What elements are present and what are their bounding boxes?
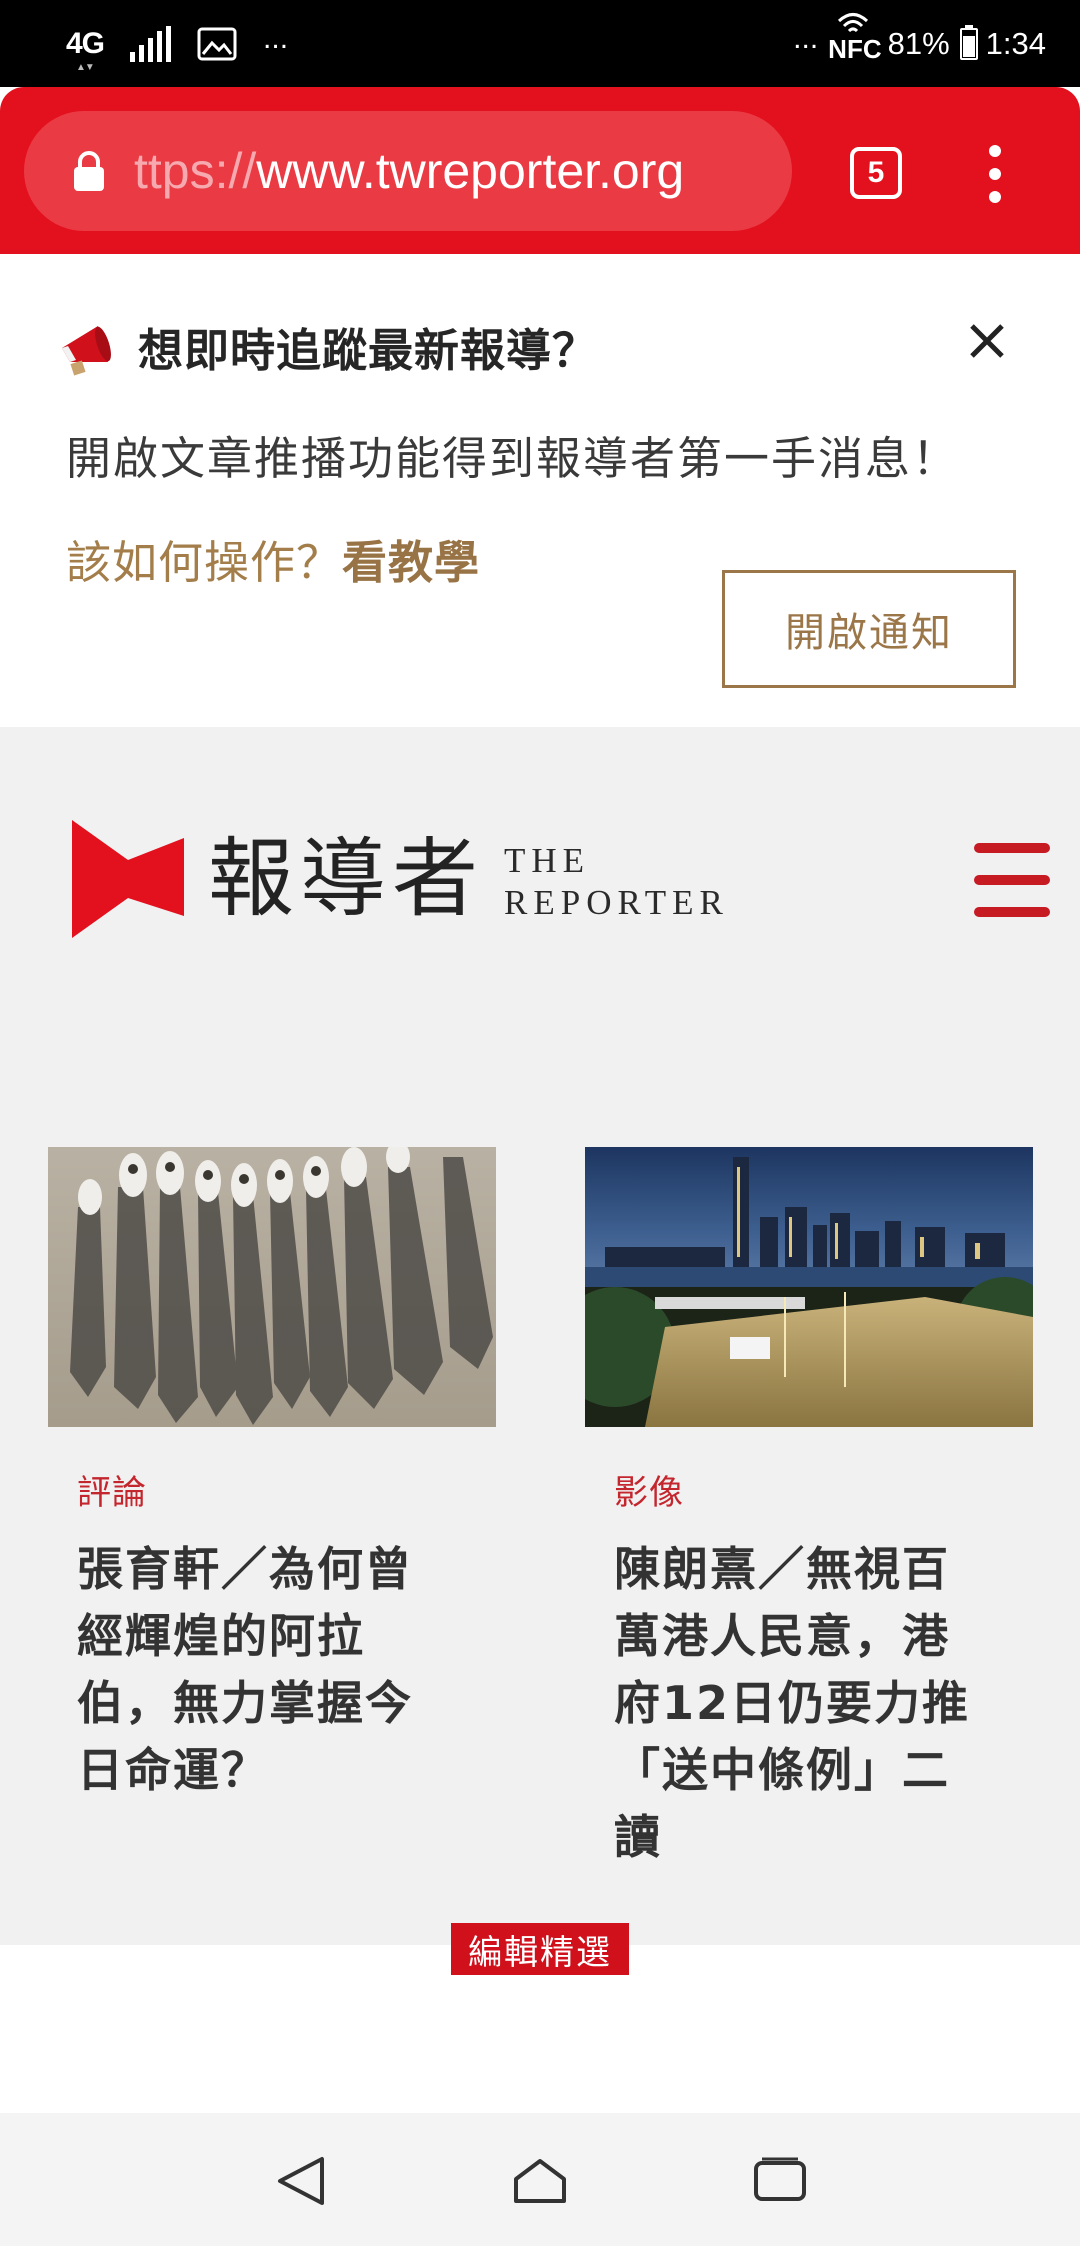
article-headline[interactable]: 陳朗熹／無視百萬港人民意，港府12日仍要力推「送中條例」二讀 (614, 1536, 994, 1871)
notification-overflow: ... (263, 22, 289, 55)
close-icon[interactable] (966, 320, 1008, 362)
status-right: ... NFC 81% 1:34 (793, 12, 1046, 68)
menu-dot (989, 168, 1001, 180)
back-icon[interactable] (272, 2151, 332, 2211)
data-arrows-icon: ▲▼ (76, 62, 95, 73)
aerial-crowd-shadows-photo (48, 1147, 496, 1427)
browser-toolbar: ttps://www.twreporter.org 5 (0, 87, 1080, 254)
article-thumbnail[interactable] (48, 1147, 496, 1427)
status-overflow: ... (793, 22, 819, 55)
menu-dot (989, 145, 1001, 157)
prompt-body: 開啟文章推播功能得到報導者第一手消息！ (66, 432, 960, 485)
logo-english: THE REPORTER (504, 834, 729, 924)
battery-icon (959, 25, 978, 60)
hamburger-line (974, 907, 1050, 917)
howto-text: 該如何操作？ (66, 536, 343, 589)
hong-kong-night-protest-photo (585, 1147, 1033, 1427)
nfc-indicator: NFC (828, 12, 882, 65)
article-category[interactable]: 評論 (77, 1465, 496, 1514)
url-text[interactable]: ttps://www.twreporter.org (134, 111, 784, 231)
hamburger-line (974, 843, 1050, 853)
battery-fill (962, 36, 975, 57)
article-headline[interactable]: 張育軒／為何曾經輝煌的阿拉伯，無力掌握今日命運？ (77, 1536, 457, 1804)
system-nav-bar (0, 2113, 1080, 2246)
wifi-icon (838, 12, 869, 32)
prompt-title: 想即時追蹤最新報導？ (138, 324, 599, 377)
network-type: 4G (66, 27, 105, 60)
browser-menu-button[interactable] (980, 145, 1010, 203)
article-category[interactable]: 影像 (614, 1465, 1033, 1514)
hamburger-menu-icon[interactable] (974, 843, 1050, 917)
menu-dot (989, 191, 1001, 203)
recents-icon[interactable] (750, 2151, 810, 2211)
logo-chinese: 報導者 (208, 829, 484, 929)
push-notification-prompt: 想即時追蹤最新報導？ 開啟文章推播功能得到報導者第一手消息！ 該如何操作？看教學… (0, 254, 1080, 727)
url-scheme: ttps:// (134, 143, 257, 199)
address-bar[interactable]: ttps://www.twreporter.org (24, 111, 792, 231)
article-card[interactable]: 評論 張育軒／為何曾經輝煌的阿拉伯，無力掌握今日命運？ (48, 1147, 496, 1804)
article-card[interactable]: 影像 陳朗熹／無視百萬港人民意，港府12日仍要力推「送中條例」二讀 (585, 1147, 1033, 1871)
site-content: 報導者 THE REPORTER 評論 張育軒／為何曾經輝煌的阿拉伯，無力掌握今… (0, 727, 1080, 1945)
hamburger-line (974, 875, 1050, 885)
url-host: www.twreporter.org (256, 143, 685, 199)
status-left: 4G ▲▼ ... (66, 20, 289, 73)
editor-picks-label: 編輯精選 (451, 1923, 629, 1975)
home-icon[interactable] (510, 2151, 570, 2211)
tab-switcher-button[interactable]: 5 (850, 147, 902, 199)
battery-percent: 81% (887, 26, 950, 61)
tutorial-link[interactable]: 看教學 (342, 536, 480, 589)
network-indicator: 4G ▲▼ (66, 27, 105, 73)
site-logo[interactable]: 報導者 THE REPORTER (72, 819, 729, 939)
signal-icon (130, 26, 172, 62)
article-thumbnail[interactable] (585, 1147, 1033, 1427)
megaphone-icon (62, 326, 111, 376)
status-bar: 4G ▲▼ ... ... NFC 81% 1:34 (0, 0, 1080, 87)
howto-line: 該如何操作？看教學 (66, 526, 480, 591)
gallery-icon (197, 27, 237, 61)
clock: 1:34 (985, 26, 1046, 61)
logo-mark-icon (72, 820, 184, 938)
nfc-label: NFC (828, 33, 882, 64)
logo-english-line2: REPORTER (504, 883, 729, 922)
lock-icon (74, 151, 104, 191)
enable-notifications-button[interactable]: 開啟通知 (722, 570, 1016, 688)
logo-english-line1: THE (504, 841, 591, 880)
